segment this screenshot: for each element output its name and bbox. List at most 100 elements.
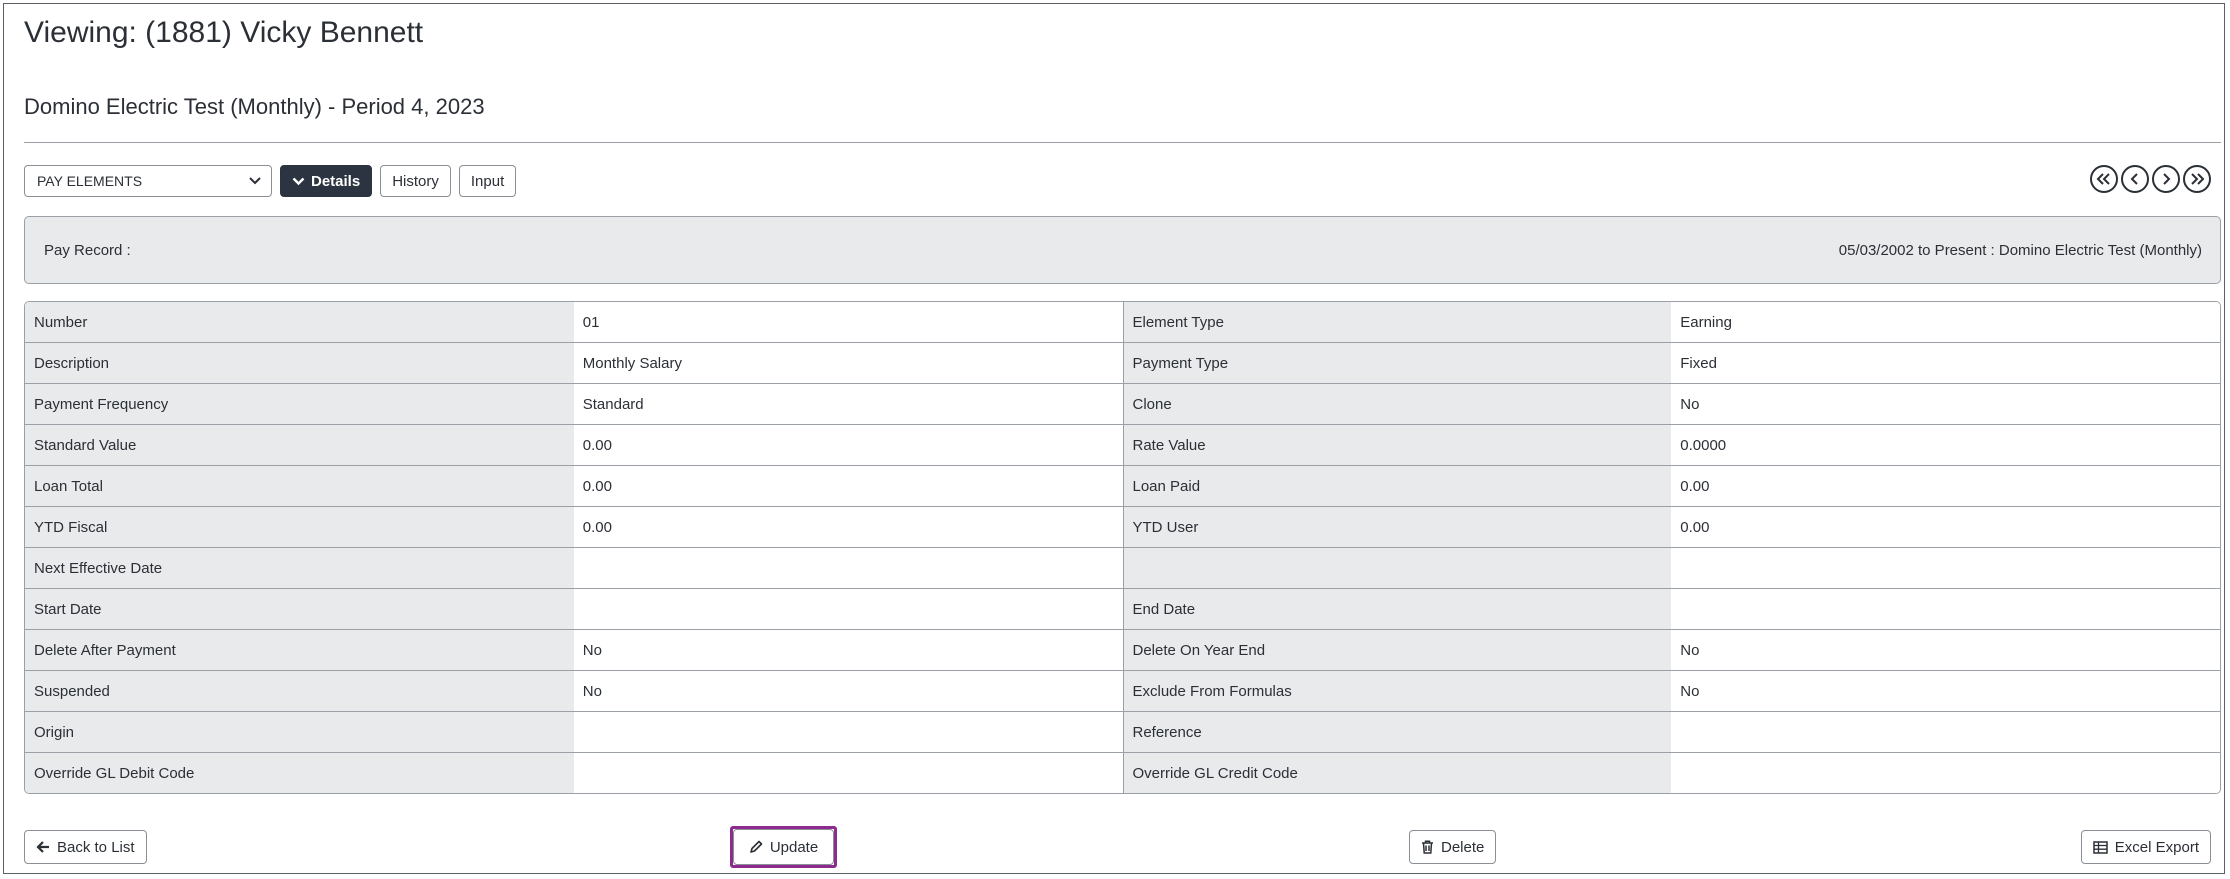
next-record-button[interactable] xyxy=(2152,165,2180,193)
field-value: Earning xyxy=(1671,302,2220,342)
field-value: No xyxy=(1671,671,2220,711)
field-label: Number xyxy=(25,302,574,342)
field-label: Loan Total xyxy=(25,466,574,506)
input-button[interactable]: Input xyxy=(458,165,517,197)
field-value: 0.0000 xyxy=(1671,425,2220,465)
field-value: No xyxy=(1671,630,2220,670)
page-frame: Viewing: (1881) Vicky Bennett Domino Ele… xyxy=(3,3,2225,874)
field-value xyxy=(1671,589,2220,629)
previous-record-button[interactable] xyxy=(2121,165,2149,193)
field-label: Delete After Payment xyxy=(25,630,574,670)
field-label: Payment Type xyxy=(1122,343,1672,383)
field-label: YTD User xyxy=(1122,507,1672,547)
field-label: End Date xyxy=(1122,589,1672,629)
update-button[interactable]: Update xyxy=(733,829,834,865)
table-row: YTD Fiscal 0.00 YTD User 0.00 xyxy=(25,506,2220,547)
update-label: Update xyxy=(769,838,819,856)
field-value: 0.00 xyxy=(1671,507,2220,547)
table-row: Description Monthly Salary Payment Type … xyxy=(25,342,2220,383)
toolbar: PAY ELEMENTS Details History Input xyxy=(24,164,517,198)
details-label: Details xyxy=(311,172,361,190)
pencil-icon xyxy=(749,840,763,854)
field-label: Delete On Year End xyxy=(1122,630,1672,670)
excel-export-button[interactable]: Excel Export xyxy=(2080,830,2211,864)
field-label: Description xyxy=(25,343,574,383)
delete-label: Delete xyxy=(1441,838,1485,856)
field-value: No xyxy=(573,671,1123,711)
first-record-button[interactable] xyxy=(2090,165,2118,193)
field-value: 0.00 xyxy=(573,466,1123,506)
double-chevron-right-icon xyxy=(2189,173,2205,185)
table-row: Override GL Debit Code Override GL Credi… xyxy=(25,752,2220,793)
field-value: No xyxy=(1671,384,2220,424)
field-value xyxy=(1671,753,2220,793)
table-row: Standard Value 0.00 Rate Value 0.0000 xyxy=(25,424,2220,465)
field-label: Element Type xyxy=(1122,302,1672,342)
table-row: Suspended No Exclude From Formulas No xyxy=(25,670,2220,711)
chevron-down-icon xyxy=(249,177,261,185)
field-label: Suspended xyxy=(25,671,574,711)
chevron-right-icon xyxy=(2161,173,2171,185)
field-label: Reference xyxy=(1122,712,1672,752)
table-row: Start Date End Date xyxy=(25,588,2220,629)
field-value xyxy=(573,548,1123,588)
details-button[interactable]: Details xyxy=(280,165,373,197)
table-row: Delete After Payment No Delete On Year E… xyxy=(25,629,2220,670)
delete-button[interactable]: Delete xyxy=(1409,830,1497,864)
table-row: Payment Frequency Standard Clone No xyxy=(25,383,2220,424)
field-label: Override GL Debit Code xyxy=(25,753,574,793)
field-value: 0.00 xyxy=(1671,466,2220,506)
view-select[interactable]: PAY ELEMENTS xyxy=(24,165,272,197)
field-label: Origin xyxy=(25,712,574,752)
pay-record-label: Pay Record : xyxy=(44,241,131,259)
divider xyxy=(24,142,2221,143)
field-value: Fixed xyxy=(1671,343,2220,383)
record-navigation xyxy=(2090,165,2211,193)
field-value xyxy=(573,712,1123,752)
field-label: Rate Value xyxy=(1122,425,1672,465)
chevron-left-icon xyxy=(2130,173,2140,185)
page-subtitle: Domino Electric Test (Monthly) - Period … xyxy=(24,94,485,119)
view-select-value: PAY ELEMENTS xyxy=(37,173,143,189)
field-value: Standard xyxy=(573,384,1123,424)
history-label: History xyxy=(392,172,439,190)
field-value xyxy=(573,589,1123,629)
field-label: Next Effective Date xyxy=(25,548,574,588)
field-value xyxy=(573,753,1123,793)
field-label xyxy=(1122,548,1672,588)
back-to-list-button[interactable]: Back to List xyxy=(24,830,147,864)
input-label: Input xyxy=(470,172,505,190)
field-label: Exclude From Formulas xyxy=(1122,671,1672,711)
double-chevron-left-icon xyxy=(2096,173,2112,185)
field-value: 01 xyxy=(573,302,1123,342)
back-to-list-label: Back to List xyxy=(57,838,135,856)
field-label: Clone xyxy=(1122,384,1672,424)
field-label: Standard Value xyxy=(25,425,574,465)
excel-export-label: Excel Export xyxy=(2114,838,2199,856)
field-label: Loan Paid xyxy=(1122,466,1672,506)
table-row: Origin Reference xyxy=(25,711,2220,752)
table-icon xyxy=(2093,840,2108,854)
last-record-button[interactable] xyxy=(2183,165,2211,193)
field-label: Override GL Credit Code xyxy=(1122,753,1672,793)
history-button[interactable]: History xyxy=(380,165,451,197)
field-label: Payment Frequency xyxy=(25,384,574,424)
field-value xyxy=(1671,712,2220,752)
field-label: YTD Fiscal xyxy=(25,507,574,547)
chevron-down-icon xyxy=(292,177,305,186)
pay-record-value: 05/03/2002 to Present : Domino Electric … xyxy=(1838,241,2202,259)
table-row: Loan Total 0.00 Loan Paid 0.00 xyxy=(25,465,2220,506)
trash-icon xyxy=(1421,840,1434,854)
field-value: No xyxy=(573,630,1123,670)
table-row: Number 01 Element Type Earning xyxy=(25,302,2220,342)
table-row: Next Effective Date xyxy=(25,547,2220,588)
field-value: 0.00 xyxy=(573,425,1123,465)
field-value: Monthly Salary xyxy=(573,343,1123,383)
page-title: Viewing: (1881) Vicky Bennett xyxy=(24,16,424,49)
details-table: Number 01 Element Type Earning Descripti… xyxy=(24,301,2221,794)
arrow-left-icon xyxy=(36,840,50,854)
field-value xyxy=(1671,548,2220,588)
field-label: Start Date xyxy=(25,589,574,629)
field-value: 0.00 xyxy=(573,507,1123,547)
pay-record-panel: Pay Record : 05/03/2002 to Present : Dom… xyxy=(24,216,2221,284)
